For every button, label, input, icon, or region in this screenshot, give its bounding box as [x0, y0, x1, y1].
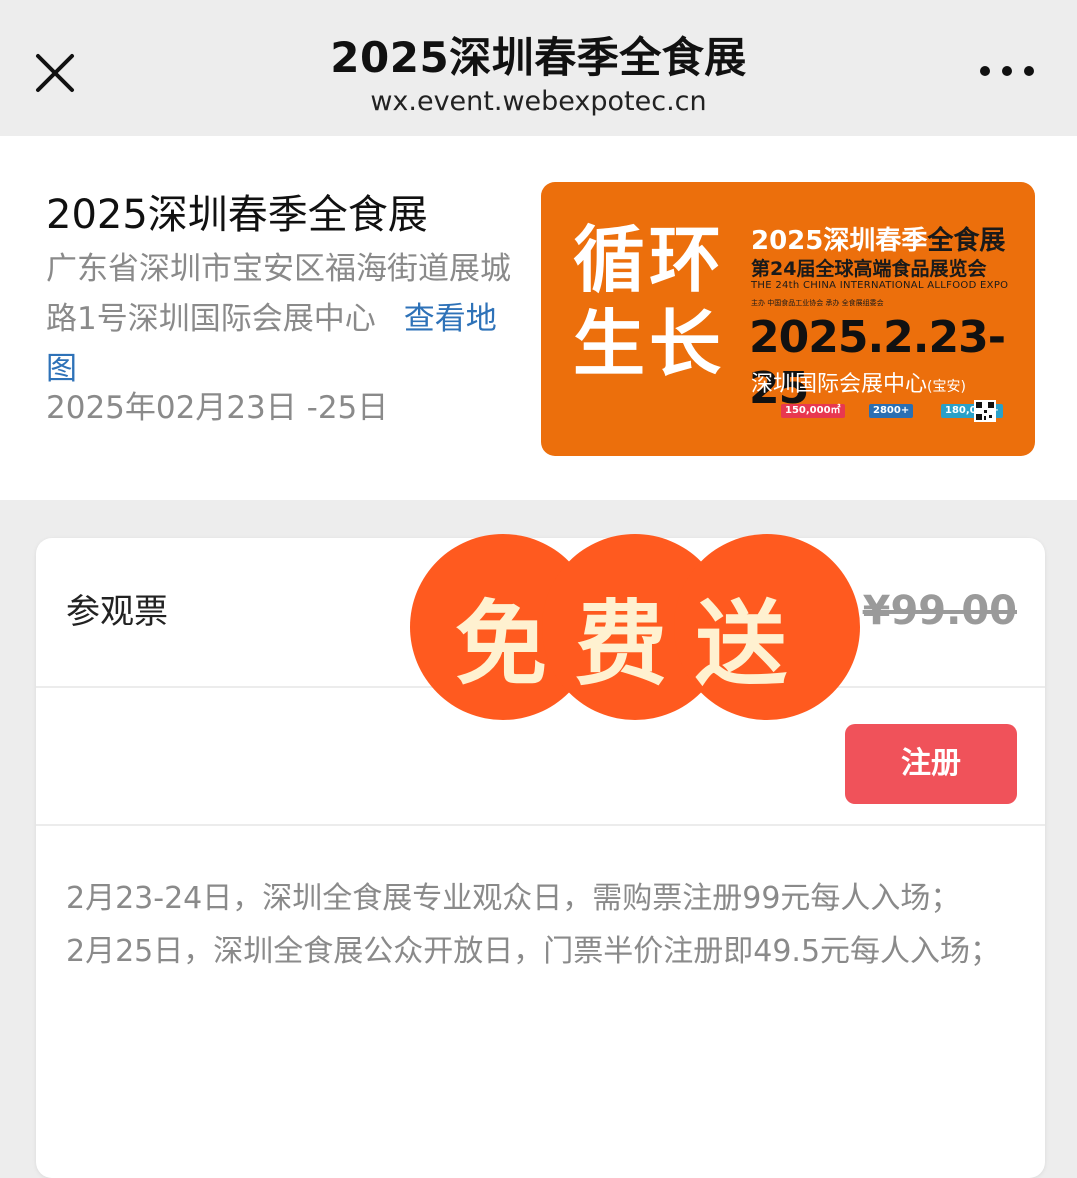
poster-title: 2025深圳春季全食展: [751, 220, 1005, 257]
poster-title-suffix: 全食展: [927, 226, 1006, 256]
event-date: 2025年02月23日 -25日: [46, 390, 389, 426]
event-name: 2025深圳春季全食展: [46, 192, 428, 238]
poster-venue: 深圳国际会展中心(宝安): [751, 366, 966, 398]
ticket-price: ¥99.00: [862, 588, 1017, 634]
poster-stats: 150,000㎡ 2800+ 180,000+: [751, 404, 1011, 422]
poster-stat-area: 150,000㎡: [781, 404, 845, 418]
nav-url: wx.event.webexpotec.cn: [370, 86, 707, 117]
event-poster: 循环 生长 2025深圳春季全食展 第24届全球高端食品展览会 THE 24th…: [541, 182, 1035, 456]
poster-organizers: 主办 中国食品工业协会 承办 全食展组委会: [751, 299, 884, 307]
poster-title-prefix: 2025深圳春季: [751, 226, 928, 256]
stamp-text: 免费送: [454, 590, 815, 698]
top-nav-bar: 2025深圳春季全食展 wx.event.webexpotec.cn: [0, 0, 1077, 136]
poster-subtitle: 第24届全球高端食品展览会: [751, 258, 987, 280]
event-address: 广东省深圳市宝安区福海街道展城路1号深圳国际会展中心 查看地图: [46, 244, 526, 394]
nav-title: 2025深圳春季全食展: [330, 33, 747, 82]
poster-stat-exhibitors: 2800+: [869, 404, 914, 418]
ticket-description: 2月23-24日，深圳全食展专业观众日，需购票注册99元每人入场； 2月25日，…: [66, 872, 1016, 978]
qr-code-icon: [974, 400, 996, 422]
poster-dates: 2025.2.23-25: [749, 312, 1006, 414]
poster-slogan: 循环 生长: [573, 218, 725, 386]
ticket-description-line: 2月23-24日，深圳全食展专业观众日，需购票注册99元每人入场；: [66, 881, 961, 916]
poster-slogan-line2: 生长: [573, 302, 726, 386]
poster-venue-name: 深圳国际会展中心: [751, 372, 928, 397]
ticket-description-line: 2月25日，深圳全食展公众开放日，门票半价注册即49.5元每人入场；: [66, 934, 1001, 969]
divider: [36, 824, 1045, 826]
poster-venue-note: (宝安): [927, 379, 966, 395]
poster-english-title: THE 24th CHINA INTERNATIONAL ALLFOOD EXP…: [751, 280, 1009, 291]
free-giveaway-stamp: 免费送: [410, 534, 860, 720]
event-header: 2025深圳春季全食展 广东省深圳市宝安区福海街道展城路1号深圳国际会展中心 查看…: [0, 136, 1077, 500]
register-button[interactable]: 注册: [845, 724, 1017, 804]
poster-slogan-line1: 循环: [573, 218, 726, 302]
ticket-name: 参观票: [66, 592, 168, 632]
more-options-icon[interactable]: [977, 56, 1037, 86]
